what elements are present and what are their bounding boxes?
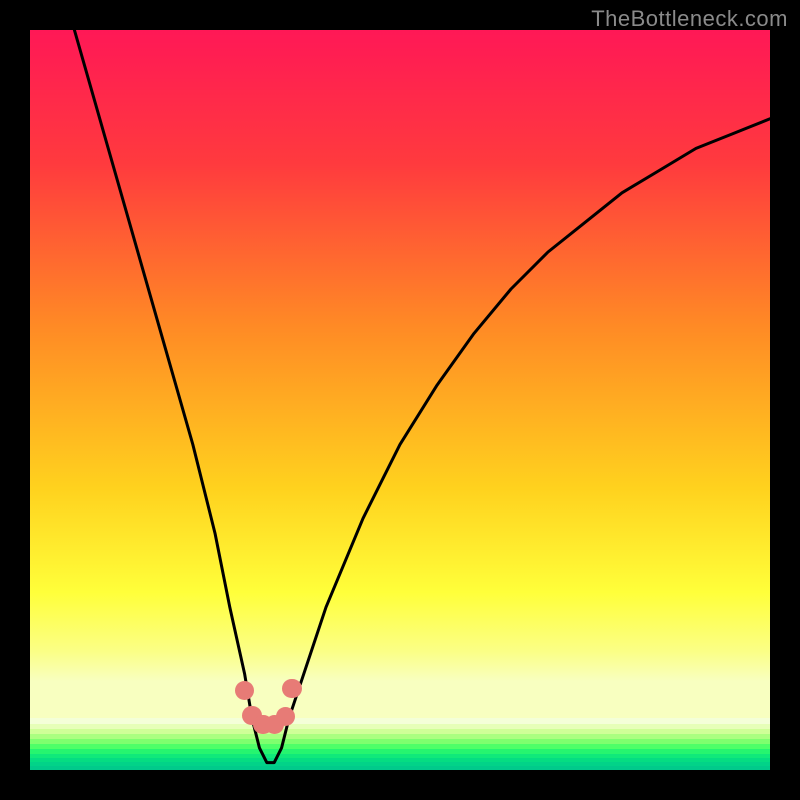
- bottleneck-curve: [30, 30, 770, 770]
- watermark: TheBottleneck.com: [591, 6, 788, 32]
- curve-path: [74, 30, 770, 763]
- curve-marker: [282, 679, 301, 698]
- plot-area: [30, 30, 770, 770]
